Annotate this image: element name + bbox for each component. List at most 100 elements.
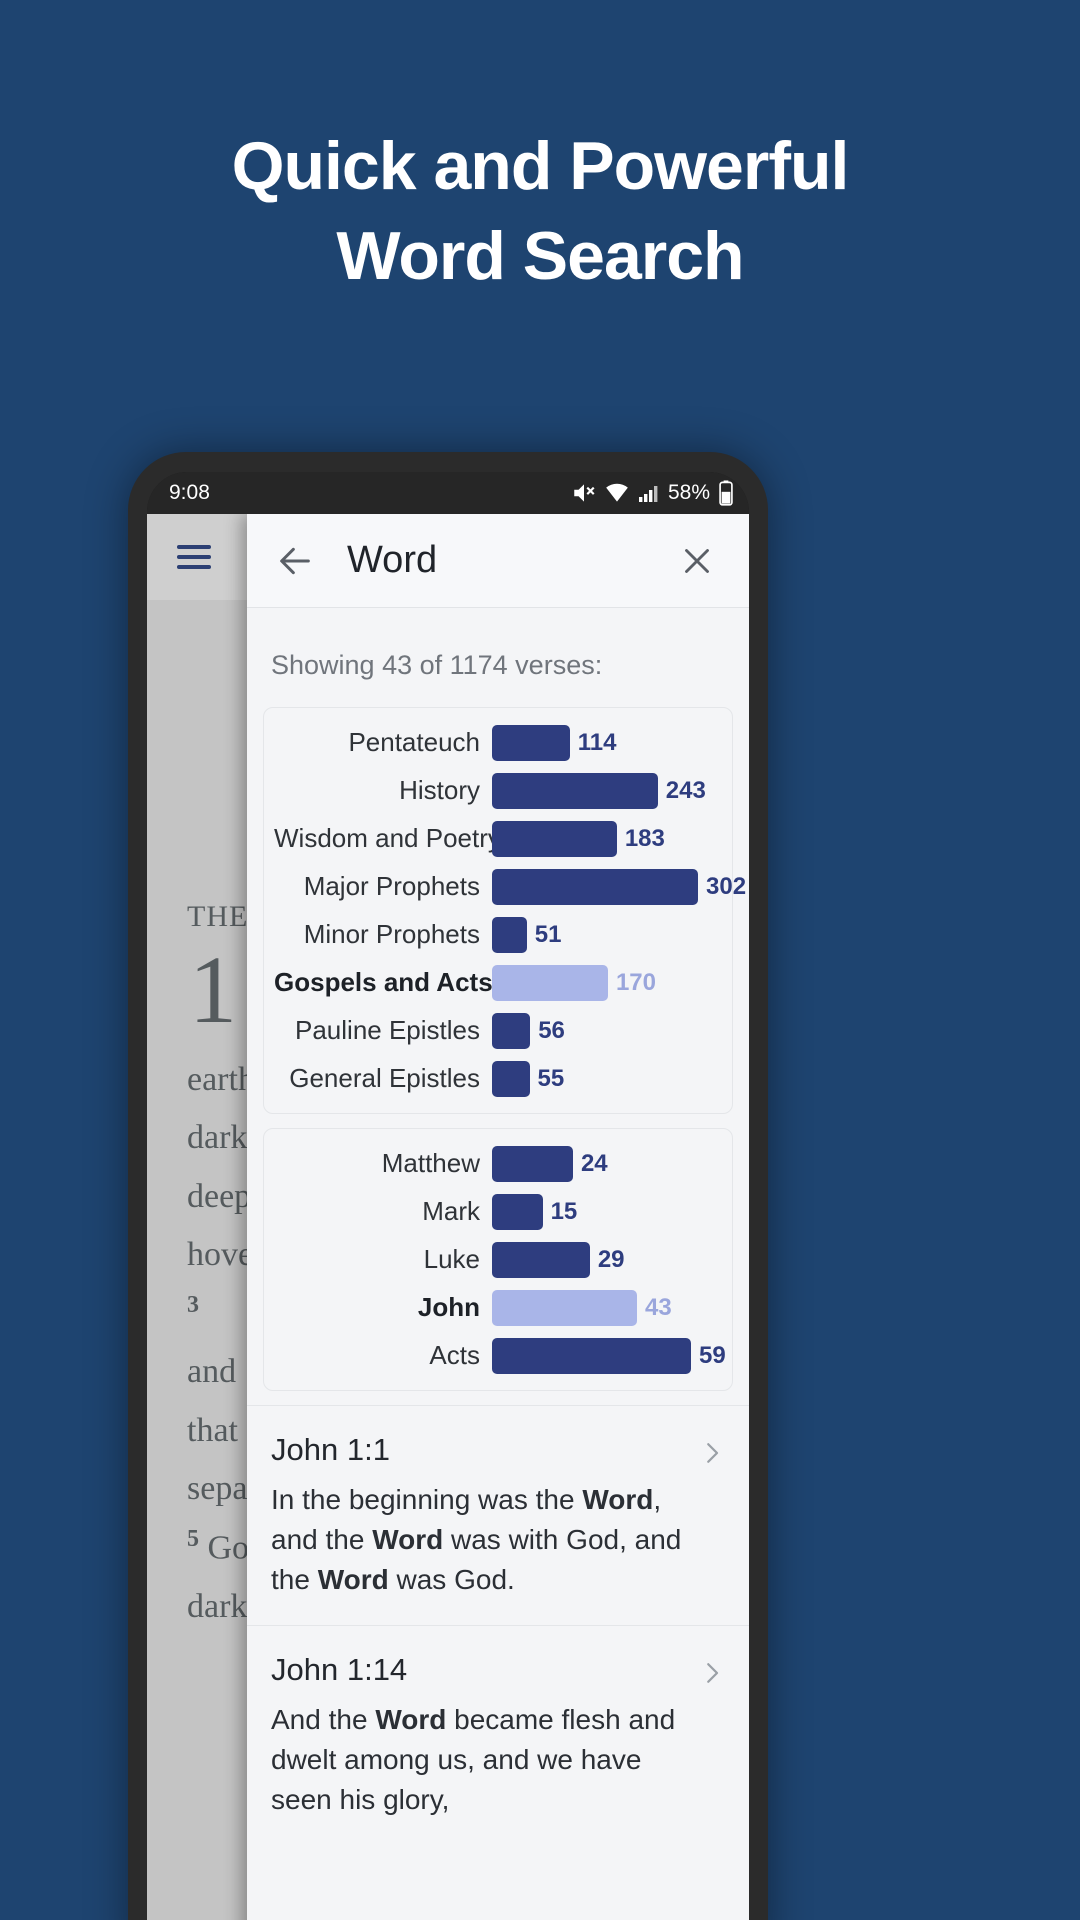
phone-mockup: 9:08 58% THE 1 earth dark deep hove 3 an… xyxy=(128,452,768,1920)
chart-bar-track: 43 xyxy=(492,1289,718,1326)
chart-bar-label: Pauline Epistles xyxy=(295,1015,480,1045)
verse-result-main: John 1:14 And the Word became flesh and d… xyxy=(271,1652,697,1819)
chart-bar-track: 29 xyxy=(492,1241,718,1278)
chevron-right-icon[interactable] xyxy=(697,1432,727,1473)
chart-bar-value: 243 xyxy=(665,776,706,804)
promo-screenshot: Quick and Powerful Word Search 9:08 58% … xyxy=(0,0,1080,1920)
chart-bar xyxy=(492,724,570,761)
book-distribution-chart[interactable]: Matthew 24 Mark 15 Luke 29 John 43 Acts 59 xyxy=(263,1128,733,1391)
chart-bar-value: 29 xyxy=(597,1245,625,1273)
verse-match-term: Word xyxy=(317,1563,389,1595)
chart-bar xyxy=(492,1193,543,1230)
cellular-signal-icon xyxy=(638,486,658,502)
chart-bar-label: Matthew xyxy=(381,1148,480,1178)
chart-bar-track: 24 xyxy=(492,1145,718,1182)
reader-verse-number: 3 xyxy=(187,1291,199,1318)
chart-bar xyxy=(492,964,608,1001)
battery-percent-label: 58% xyxy=(667,481,710,504)
hamburger-menu-icon[interactable] xyxy=(177,545,211,569)
chart-bar-label: Gospels and Acts xyxy=(274,967,492,997)
chart-bar-row[interactable]: Minor Prophets 51 xyxy=(274,914,718,955)
headline-line-2: Word Search xyxy=(336,217,744,294)
chart-bar xyxy=(492,772,658,809)
reader-verse-number: 5 xyxy=(187,1525,199,1552)
section-distribution-chart[interactable]: Pentateuch 114 History 243 Wisdom and Poetry… xyxy=(263,707,746,1114)
chart-bar-row[interactable]: History 243 xyxy=(274,770,718,811)
chart-bar-value: 59 xyxy=(699,1341,726,1369)
verse-text: And the Word became flesh and dwelt amon… xyxy=(271,1704,676,1815)
chart-bar-value: 183 xyxy=(624,824,665,852)
verse-text: In the beginning was the Word, and the W… xyxy=(271,1484,682,1595)
chart-bar-label: History xyxy=(399,775,480,805)
chart-bar-row[interactable]: Wisdom and Poetry 183 xyxy=(274,818,718,859)
verse-match-term: Word xyxy=(372,1523,444,1555)
status-time: 9:08 xyxy=(169,481,210,504)
chart-bar-value: 24 xyxy=(580,1149,608,1177)
reader-line: Go xyxy=(207,1529,250,1567)
chart-bar-label: Major Prophets xyxy=(303,871,480,901)
chart-bar-row[interactable]: Pauline Epistles 56 xyxy=(274,1010,718,1051)
chart-bar-label: Acts xyxy=(429,1340,480,1370)
app-screen: THE 1 earth dark deep hove 3 and that se… xyxy=(147,514,749,1920)
chart-bar-row[interactable]: Major Prophets 302 xyxy=(274,866,746,907)
chart-bar-row[interactable]: Matthew 24 xyxy=(274,1143,718,1184)
mute-icon xyxy=(574,484,595,502)
verse-match-term: Word xyxy=(375,1704,447,1736)
showing-count-label: Showing 43 of 1174 verses: xyxy=(271,650,603,680)
chart-bar xyxy=(492,868,698,905)
chart-bar-track: 114 xyxy=(492,724,718,761)
search-results-scroll[interactable]: Showing 43 of 1174 verses: Pentateuch 114… xyxy=(247,608,749,1920)
battery-icon xyxy=(719,480,733,506)
verse-results-list: John 1:1 In the beginning was the Word, a… xyxy=(247,1405,749,1846)
chart-bar-label: General Epistles xyxy=(289,1063,480,1093)
chart-bar-value: 15 xyxy=(550,1197,578,1225)
chart-bar-track: 302 xyxy=(492,868,746,905)
chart-bar-label: Wisdom and Poetry xyxy=(274,823,492,853)
chart-bar-track: 59 xyxy=(492,1337,726,1374)
chart-bar-track: 183 xyxy=(492,820,718,857)
chart-bar-value: 43 xyxy=(645,1293,672,1321)
phone-screen: 9:08 58% THE 1 earth dark deep hove 3 an… xyxy=(147,472,749,1920)
chart-bar-label: Mark xyxy=(422,1196,480,1226)
close-icon[interactable] xyxy=(671,535,723,587)
chart-bar-row[interactable]: John 43 xyxy=(274,1287,718,1328)
chart-bar-row[interactable]: Gospels and Acts 170 xyxy=(274,962,718,1003)
chart-bar xyxy=(492,916,527,953)
chart-bar xyxy=(492,1337,691,1374)
promo-headline: Quick and Powerful Word Search xyxy=(0,122,1080,302)
verse-match-term: Word xyxy=(582,1484,654,1515)
chart-bar xyxy=(492,1060,530,1097)
chart-bar-row[interactable]: Mark 15 xyxy=(274,1191,718,1232)
chevron-right-icon[interactable] xyxy=(697,1652,727,1693)
chart-bar-track: 15 xyxy=(492,1193,718,1230)
chart-bar-value: 114 xyxy=(577,728,617,756)
chart-bar xyxy=(492,820,617,857)
chart-bar-label: Pentateuch xyxy=(348,727,480,757)
search-app-bar: Word xyxy=(247,514,749,608)
chart-bar-row[interactable]: Luke 29 xyxy=(274,1239,718,1280)
status-bar: 9:08 58% xyxy=(147,472,749,514)
chart-bar-label: John xyxy=(417,1292,480,1322)
chart-bar xyxy=(492,1289,638,1326)
word-search-sheet: Word Showing 43 of 1174 verses: Pentateu… xyxy=(247,514,749,1920)
chart-bar-track: 56 xyxy=(492,1012,718,1049)
chart-bar-label: Luke xyxy=(423,1244,480,1274)
chart-bar-track: 51 xyxy=(492,916,718,953)
chart-bar-value: 55 xyxy=(537,1064,565,1092)
headline-line-1: Quick and Powerful xyxy=(231,128,850,204)
status-icons: 58% xyxy=(571,480,735,506)
chart-bar-label: Minor Prophets xyxy=(303,919,480,949)
verse-result-item[interactable]: John 1:14 And the Word became flesh and d… xyxy=(247,1625,749,1845)
chart-bar-row[interactable]: Acts 59 xyxy=(274,1335,726,1376)
verse-result-item[interactable]: John 1:1 In the beginning was the Word, a… xyxy=(247,1405,749,1625)
verse-reference: John 1:1 xyxy=(271,1432,390,1467)
back-arrow-icon[interactable] xyxy=(269,535,321,587)
chart-bar xyxy=(492,1012,531,1049)
chart-bar-track: 55 xyxy=(492,1060,718,1097)
wifi-icon xyxy=(606,483,628,502)
chart-bar xyxy=(492,1145,573,1182)
chart-bar-track: 243 xyxy=(492,772,718,809)
verse-result-main: John 1:1 In the beginning was the Word, a… xyxy=(271,1432,697,1599)
chart-bar-row[interactable]: Pentateuch 114 xyxy=(274,722,718,763)
chart-bar-row[interactable]: General Epistles 55 xyxy=(274,1058,718,1099)
